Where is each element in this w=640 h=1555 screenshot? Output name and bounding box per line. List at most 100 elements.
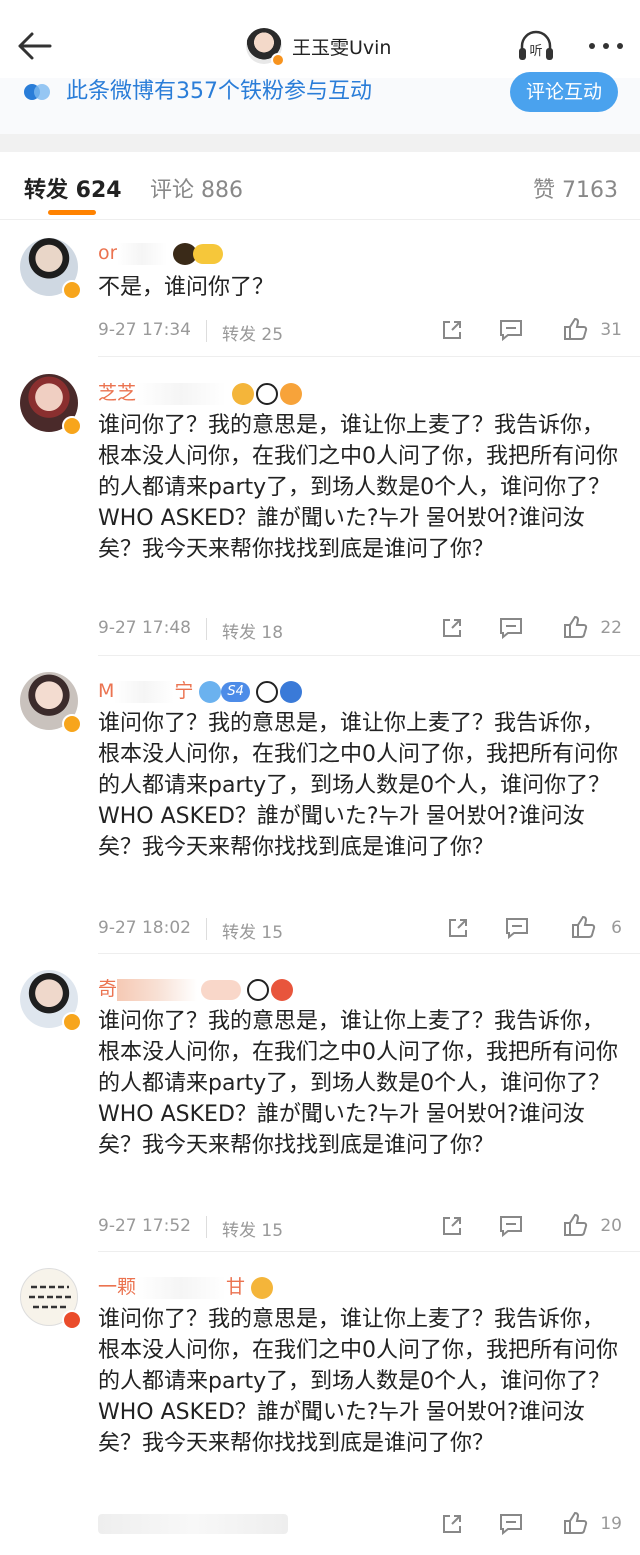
fans-interaction-banner: 此条微博有357个铁粉参与互动 评论互动: [0, 72, 640, 134]
avatar[interactable]: [20, 374, 82, 436]
comment-icon[interactable]: [504, 916, 530, 940]
back-arrow-icon[interactable]: [14, 26, 54, 66]
repost-text: 谁问你了？我的意思是，谁让你上麦了？我告诉你，根本没人问你，在我们之中0人问了你…: [98, 711, 618, 860]
thumbs-up-icon[interactable]: [570, 914, 596, 940]
blurred-timestamp: [98, 1514, 288, 1534]
comment-interact-button[interactable]: 评论互动: [510, 72, 618, 112]
thumbs-up-icon[interactable]: [562, 1510, 588, 1536]
badge-group: S4: [197, 680, 302, 703]
badge-group: [201, 978, 294, 1001]
fans-icon: [24, 84, 50, 100]
user-name[interactable]: 一颗甘: [98, 1272, 274, 1299]
crown-badge-icon: [251, 1276, 274, 1299]
timestamp: 9-27 17:52: [98, 1216, 191, 1236]
thumbs-up-icon[interactable]: [562, 1212, 588, 1238]
repost-text: 谁问你了？我的意思是，谁让你上麦了？我告诉你，根本没人问你，在我们之中0人问了你…: [98, 1307, 618, 1456]
divider: [206, 918, 207, 940]
list-item: or 不是，谁问你了？ 9-27 17:34 转发 25 31: [0, 222, 640, 358]
like-count: 20: [600, 1216, 622, 1236]
item-meta: 9-27 18:02 转发 15 6: [98, 914, 622, 943]
share-icon[interactable]: [446, 916, 470, 940]
listen-label: 听: [529, 44, 542, 59]
repost-count[interactable]: 转发 25: [222, 320, 283, 345]
medal-icon: [271, 978, 294, 1001]
blurred-name: [117, 242, 168, 265]
blurred-name: [117, 978, 198, 1001]
verified-badge-icon: [62, 714, 82, 734]
badge-group: [249, 1276, 274, 1299]
repost-count[interactable]: 转发 15: [222, 918, 283, 943]
avatar[interactable]: [20, 1268, 82, 1330]
comment-icon[interactable]: [498, 1214, 524, 1238]
like-count: 19: [600, 1514, 622, 1534]
user-name[interactable]: 奇: [98, 974, 294, 1001]
blurred-name: [114, 680, 175, 703]
timestamp: 9-27 17:34: [98, 320, 191, 340]
verified-badge-icon: [62, 416, 82, 436]
badge-group: [230, 382, 303, 405]
like-count: 31: [600, 320, 622, 340]
banner-text: 此条微博有357个铁粉参与互动: [66, 79, 372, 104]
user-name[interactable]: M宁 S4: [98, 676, 302, 703]
tab-repost[interactable]: 转发 624: [24, 172, 122, 204]
comment-icon[interactable]: [498, 318, 524, 342]
repost-text: 谁问你了？我的意思是，谁让你上麦了？我告诉你，根本没人问你，在我们之中0人问了你…: [98, 413, 618, 562]
avatar[interactable]: [20, 672, 82, 734]
user-name[interactable]: or: [98, 242, 224, 265]
verified-badge-icon: [62, 280, 82, 300]
pufferfish-icon: [280, 382, 303, 405]
repost-text: 不是，谁问你了？: [98, 275, 275, 300]
repost-text: 谁问你了？我的意思是，谁让你上麦了？我告诉你，根本没人问你，在我们之中0人问了你…: [98, 1009, 618, 1158]
share-icon[interactable]: [440, 1214, 464, 1238]
item-meta: 9-27 17:34 转发 25 31: [98, 316, 622, 345]
repost-count[interactable]: 转发 18: [222, 618, 283, 643]
tab-comment[interactable]: 评论 886: [150, 172, 243, 204]
thumbs-up-icon[interactable]: [562, 614, 588, 640]
item-meta: 9-27 17:48 转发 18 22: [98, 614, 622, 643]
comment-icon[interactable]: [498, 616, 524, 640]
avatar[interactable]: [20, 238, 82, 300]
panda-icon: [255, 680, 278, 703]
list-item: 奇 谁问你了？我的意思是，谁让你上麦了？我告诉你，根本没人问你，在我们之中0人问…: [0, 954, 640, 1252]
top-bar: 王玉雯Uvin 听: [0, 0, 640, 82]
author-header[interactable]: 王玉雯Uvin: [246, 26, 391, 67]
divider: [206, 320, 207, 342]
headphone-listen-icon[interactable]: 听: [516, 28, 556, 64]
like-count: 6: [611, 918, 622, 938]
list-item: 一颗甘 谁问你了？我的意思是，谁让你上麦了？我告诉你，根本没人问你，在我们之中0…: [0, 1252, 640, 1555]
level-badge-icon: [201, 979, 242, 1000]
user-name[interactable]: 芝芝: [98, 378, 303, 405]
blurred-name: [136, 382, 227, 405]
tab-active-indicator: [48, 210, 96, 215]
author-name[interactable]: 王玉雯Uvin: [292, 33, 391, 60]
list-item: 芝芝 谁问你了？我的意思是，谁让你上麦了？我告诉你，根本没人问你，在我们之中0人…: [0, 358, 640, 656]
divider: [98, 356, 640, 357]
divider: [206, 1216, 207, 1238]
panda-icon: [247, 978, 270, 1001]
thumbs-up-icon[interactable]: [562, 316, 588, 342]
share-icon[interactable]: [440, 616, 464, 640]
comment-icon[interactable]: [498, 1512, 524, 1536]
tab-like[interactable]: 赞 7163: [533, 172, 618, 204]
medal-icon: [279, 680, 302, 703]
repost-count[interactable]: 转发 15: [222, 1216, 283, 1241]
verified-badge-icon: [62, 1310, 82, 1330]
share-icon[interactable]: [440, 318, 464, 342]
timestamp: 9-27 17:48: [98, 618, 191, 638]
divider: [206, 618, 207, 640]
crown-badge-icon: [232, 382, 255, 405]
like-count: 22: [600, 618, 622, 638]
section-gap: [0, 134, 640, 152]
share-icon[interactable]: [440, 1512, 464, 1536]
item-meta: 9-27 17:52 转发 15 20: [98, 1212, 622, 1241]
list-item: M宁 S4 谁问你了？我的意思是，谁让你上麦了？我告诉你，根本没人问你，在我们之…: [0, 656, 640, 954]
author-avatar[interactable]: [246, 28, 285, 67]
verified-badge-icon: [62, 1012, 82, 1032]
verified-badge-icon: [271, 53, 285, 67]
level-badge: S4: [221, 681, 250, 702]
more-options-icon[interactable]: [586, 36, 626, 56]
avatar[interactable]: [20, 970, 82, 1032]
level-badge-icon: [193, 243, 224, 264]
timestamp: 9-27 18:02: [98, 918, 191, 938]
tab-bar: 转发 624 评论 886 赞 7163: [0, 152, 640, 220]
